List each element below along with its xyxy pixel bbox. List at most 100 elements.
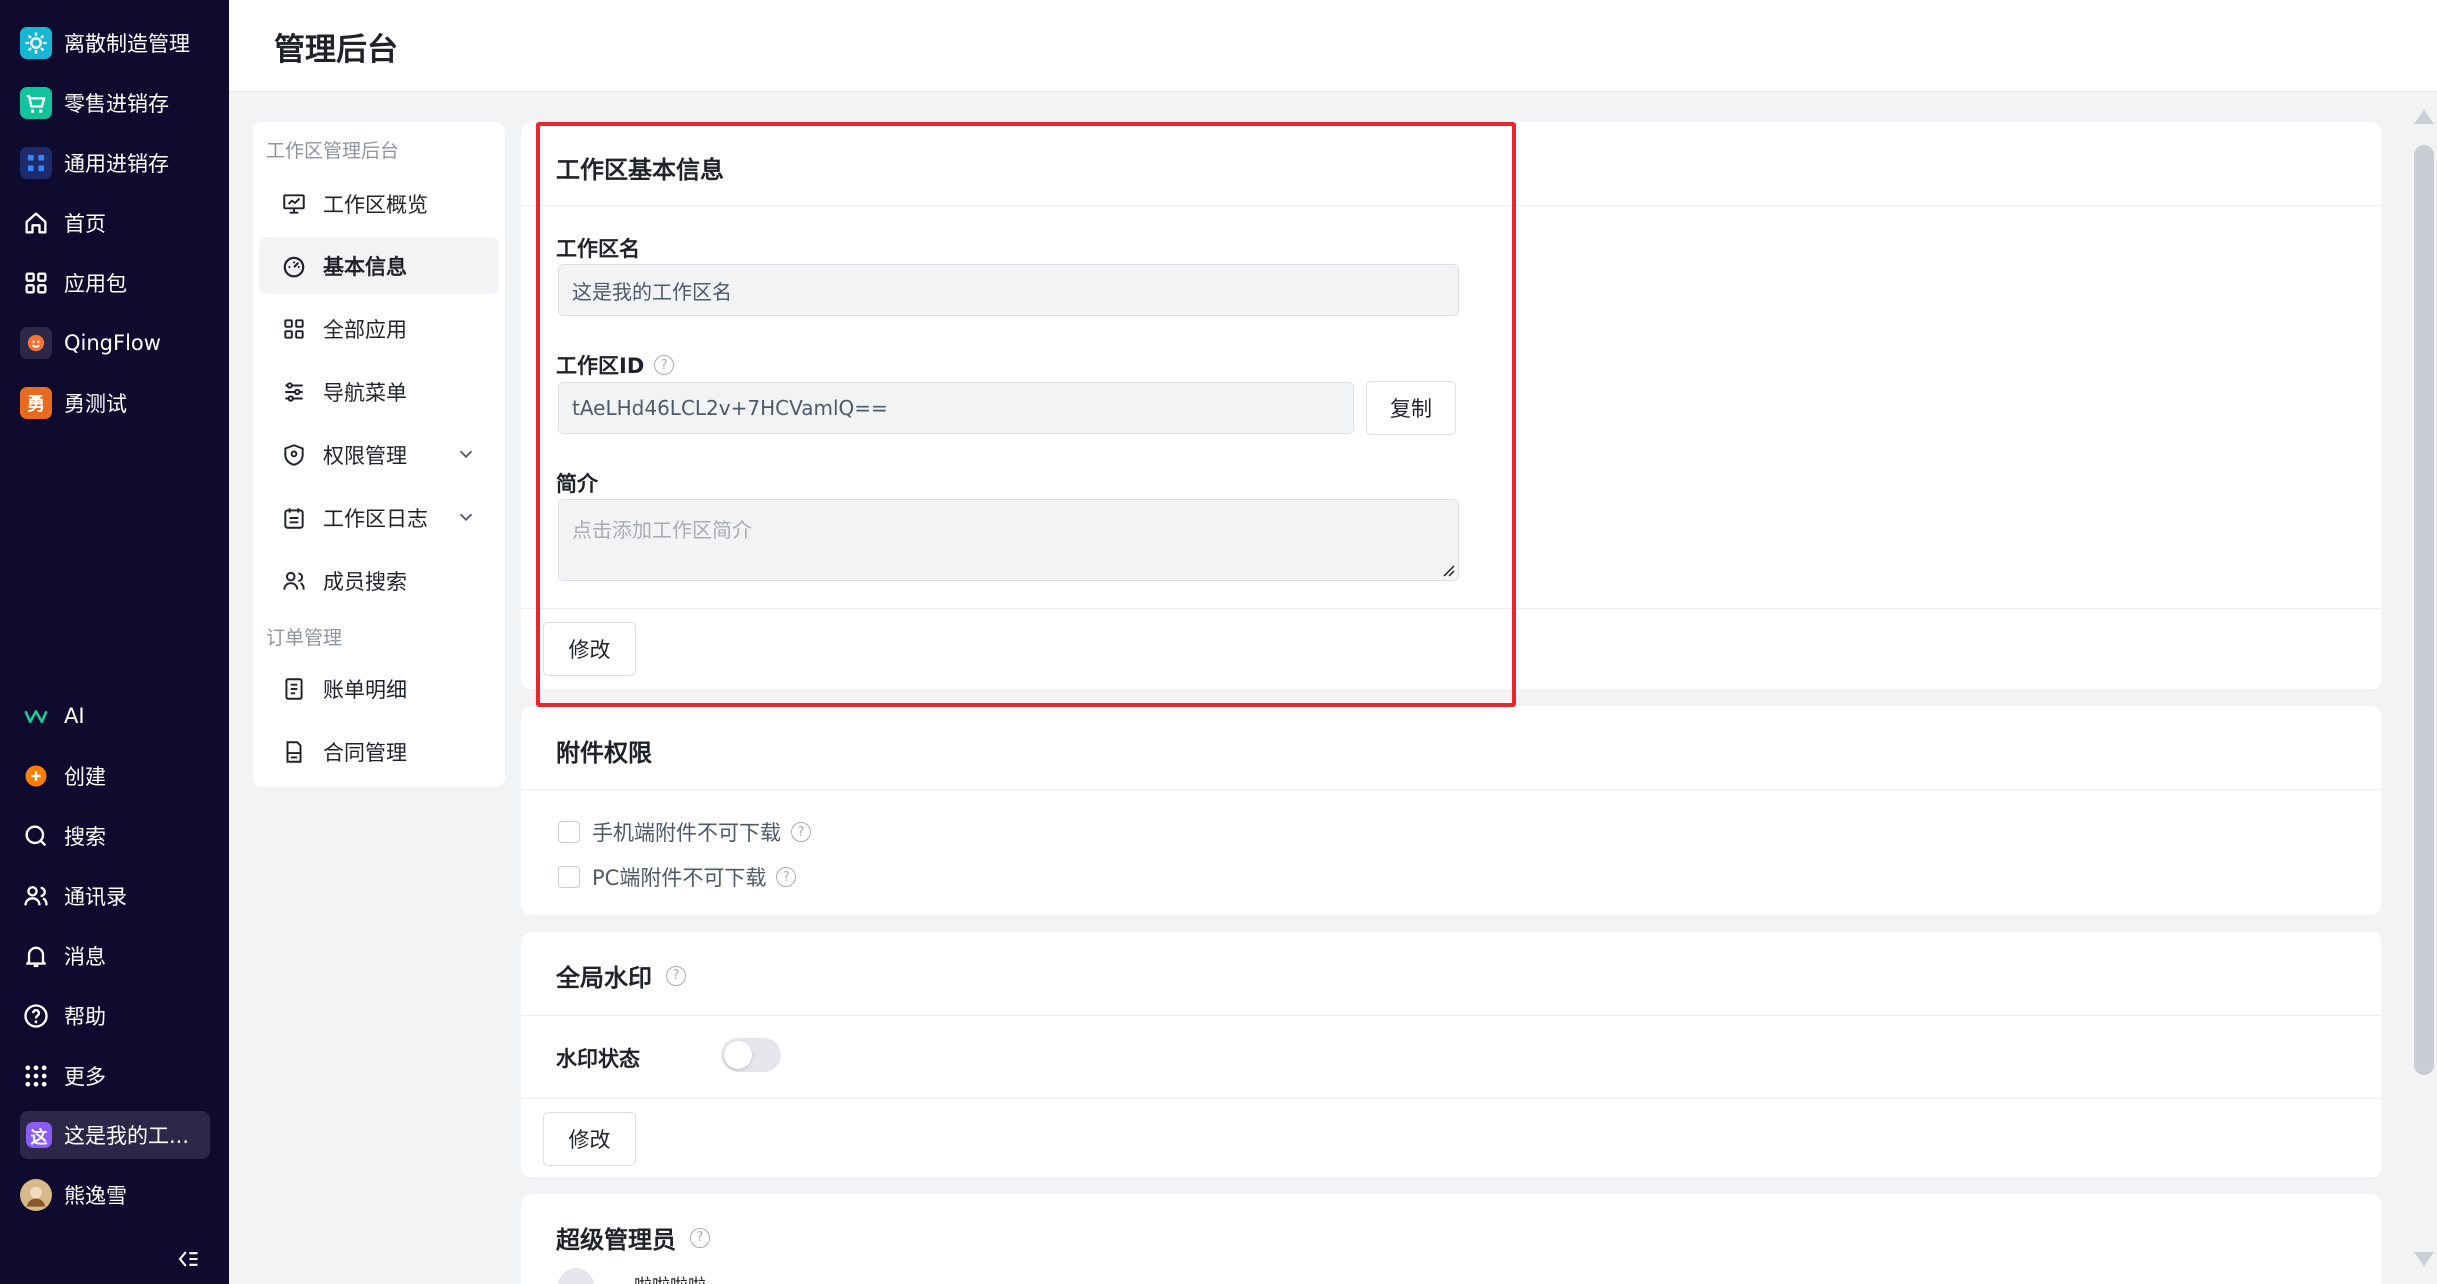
sidebar-item-help[interactable]: 帮助 bbox=[20, 992, 210, 1040]
workspace-id-input[interactable]: tAeLHd46LCL2v+7HCVamlQ== bbox=[558, 382, 1354, 434]
sidebar-app-discrete-manufacturing[interactable]: 离散制造管理 bbox=[20, 19, 210, 67]
apps-icon bbox=[20, 267, 52, 299]
watermark-toggle[interactable] bbox=[721, 1038, 781, 1072]
users-icon bbox=[279, 566, 309, 596]
mobile-no-download-option[interactable]: 手机端附件不可下载 ? bbox=[558, 817, 811, 847]
sidebar-user-profile[interactable]: 熊逸雪 bbox=[20, 1171, 210, 1219]
field-label-text: 工作区ID bbox=[556, 354, 645, 378]
copy-button[interactable]: 复制 bbox=[1366, 381, 1456, 435]
checkbox[interactable] bbox=[558, 821, 580, 843]
admin-name: 啦啦啦啦 bbox=[634, 1272, 706, 1284]
checkbox[interactable] bbox=[558, 866, 580, 888]
scroll-down-arrow[interactable] bbox=[2414, 1252, 2434, 1266]
sidebar-item-label: 搜索 bbox=[64, 825, 106, 849]
menu-item-member-search[interactable]: 成员搜索 bbox=[259, 552, 499, 609]
chevron-down-icon bbox=[459, 513, 473, 522]
app-sidebar: 离散制造管理 零售进销存 通用进销存 首页 应用包 QingFlow 勇 勇测试 bbox=[0, 0, 229, 1284]
help-icon[interactable]: ? bbox=[666, 965, 686, 986]
qingflow-app-icon bbox=[20, 327, 52, 359]
sidebar-app-retail-inventory[interactable]: 零售进销存 bbox=[20, 79, 210, 127]
menu-item-label: 合同管理 bbox=[323, 740, 407, 765]
workspace-name: 这是我的工... bbox=[64, 1124, 190, 1148]
sidebar-app-label: 零售进销存 bbox=[64, 92, 169, 116]
user-name: 熊逸雪 bbox=[64, 1184, 127, 1208]
divider bbox=[521, 205, 2381, 206]
textarea-placeholder: 点击添加工作区简介 bbox=[572, 518, 752, 542]
yong-app-icon: 勇 bbox=[20, 387, 52, 419]
help-icon[interactable]: ? bbox=[690, 1227, 710, 1248]
admin-avatar bbox=[558, 1268, 594, 1284]
menu-item-label: 工作区概览 bbox=[323, 192, 428, 217]
menu-item-basic-info[interactable]: 基本信息 bbox=[259, 237, 499, 294]
dashboard-icon bbox=[279, 251, 309, 281]
menu-item-permissions[interactable]: 权限管理 bbox=[259, 426, 499, 483]
sidebar-workspace-switcher[interactable]: 这 这是我的工... bbox=[20, 1111, 210, 1159]
menu-item-all-apps[interactable]: 全部应用 bbox=[259, 300, 499, 357]
menu-item-workspace-overview[interactable]: 工作区概览 bbox=[259, 175, 499, 232]
plus-circle-icon bbox=[20, 760, 52, 792]
help-icon[interactable]: ? bbox=[654, 355, 675, 375]
pc-no-download-option[interactable]: PC端附件不可下载 ? bbox=[558, 862, 797, 892]
menu-item-nav-menu[interactable]: 导航菜单 bbox=[259, 363, 499, 420]
shield-icon bbox=[279, 440, 309, 470]
cart-app-icon bbox=[20, 87, 52, 119]
menu-item-workspace-log[interactable]: 工作区日志 bbox=[259, 489, 499, 546]
divider bbox=[521, 1015, 2381, 1016]
field-label-workspace-name: 工作区名 bbox=[556, 237, 640, 261]
sidebar-app-label: QingFlow bbox=[64, 331, 161, 355]
more-grid-icon bbox=[20, 1060, 52, 1092]
workspace-intro-textarea[interactable]: 点击添加工作区简介 bbox=[558, 499, 1459, 581]
contacts-icon bbox=[20, 880, 52, 912]
ai-icon bbox=[20, 700, 52, 732]
sidebar-item-label: 帮助 bbox=[64, 1005, 106, 1029]
edit-watermark-button[interactable]: 修改 bbox=[543, 1112, 636, 1166]
sidebar-item-app-packages[interactable]: 应用包 bbox=[20, 259, 210, 307]
sidebar-item-create[interactable]: 创建 bbox=[20, 752, 210, 800]
sidebar-item-search[interactable]: 搜索 bbox=[20, 812, 210, 860]
sidebar-app-yong-test[interactable]: 勇 勇测试 bbox=[20, 379, 210, 427]
attachment-permission-card: 附件权限 手机端附件不可下载 ? PC端附件不可下载 ? bbox=[521, 706, 2381, 915]
edit-basic-info-button[interactable]: 修改 bbox=[543, 622, 636, 676]
sidebar-item-ai[interactable]: AI bbox=[20, 692, 210, 740]
sidebar-item-more[interactable]: 更多 bbox=[20, 1052, 210, 1100]
page-header: 管理后台 bbox=[229, 0, 2437, 92]
apps-icon bbox=[279, 314, 309, 344]
workspace-name-input[interactable]: 这是我的工作区名 bbox=[558, 264, 1459, 316]
help-icon[interactable]: ? bbox=[791, 822, 811, 842]
sidebar-item-label: 首页 bbox=[64, 212, 106, 236]
home-icon bbox=[20, 207, 52, 239]
scrollbar-thumb[interactable] bbox=[2414, 145, 2434, 1075]
sidebar-app-general-inventory[interactable]: 通用进销存 bbox=[20, 139, 210, 187]
menu-group-title: 工作区管理后台 bbox=[266, 140, 400, 162]
gear-app-icon bbox=[20, 27, 52, 59]
watermark-status-label: 水印状态 bbox=[556, 1047, 640, 1071]
sidebar-item-label: 更多 bbox=[64, 1065, 106, 1089]
help-icon[interactable]: ? bbox=[776, 867, 797, 887]
card-title: 全局水印 ? bbox=[556, 958, 686, 993]
sidebar-app-qingflow[interactable]: QingFlow bbox=[20, 319, 210, 367]
sidebar-app-label: 通用进销存 bbox=[64, 152, 169, 176]
contract-icon bbox=[279, 737, 309, 767]
basic-info-card: 工作区基本信息 工作区名 这是我的工作区名 工作区ID ? tAeLHd46LC… bbox=[521, 122, 2381, 689]
sidebar-item-label: 消息 bbox=[64, 945, 106, 969]
sidebar-item-home[interactable]: 首页 bbox=[20, 199, 210, 247]
watermark-card: 全局水印 ? 水印状态 修改 bbox=[521, 932, 2381, 1177]
field-label-workspace-id: 工作区ID ? bbox=[556, 350, 675, 380]
menu-item-bill-details[interactable]: 账单明细 bbox=[259, 660, 499, 717]
card-title: 工作区基本信息 bbox=[556, 156, 724, 184]
resize-handle-icon[interactable] bbox=[1441, 563, 1455, 577]
sidebar-item-contacts[interactable]: 通讯录 bbox=[20, 872, 210, 920]
sidebar-item-messages[interactable]: 消息 bbox=[20, 932, 210, 980]
super-admin-card: 超级管理员 ? 啦啦啦啦 bbox=[521, 1194, 2381, 1284]
workspace-icon: 这 bbox=[26, 1122, 52, 1148]
sidebar-app-label: 勇测试 bbox=[64, 392, 127, 416]
collapse-sidebar-icon[interactable] bbox=[173, 1245, 201, 1273]
checkbox-label: PC端附件不可下载 bbox=[592, 866, 767, 890]
card-title: 超级管理员 ? bbox=[556, 1220, 710, 1255]
menu-item-contracts[interactable]: 合同管理 bbox=[259, 723, 499, 780]
card-title: 附件权限 bbox=[556, 739, 652, 767]
card-title-text: 全局水印 bbox=[556, 964, 652, 992]
scroll-up-arrow[interactable] bbox=[2414, 110, 2434, 124]
sliders-icon bbox=[279, 377, 309, 407]
help-icon bbox=[20, 1000, 52, 1032]
